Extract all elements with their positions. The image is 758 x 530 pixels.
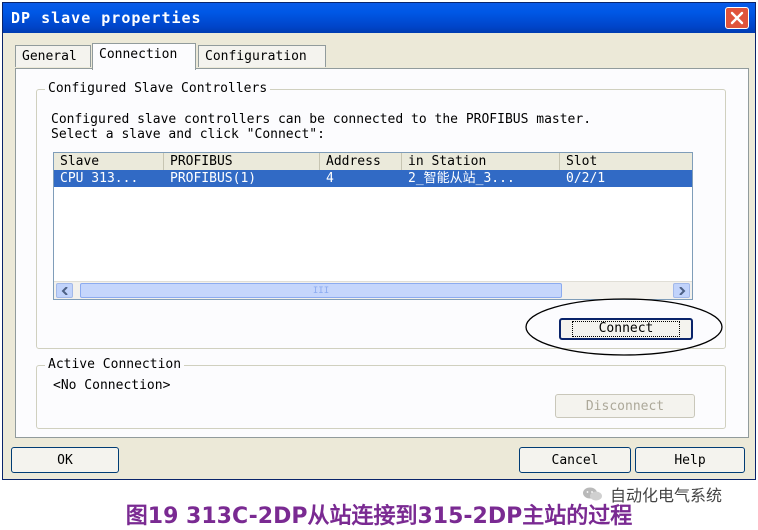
title-bar[interactable]: DP slave properties bbox=[3, 3, 755, 33]
ok-button[interactable]: OK bbox=[11, 447, 119, 473]
scroll-thumb[interactable]: III bbox=[80, 283, 562, 298]
cell-profibus: PROFIBUS(1) bbox=[170, 171, 257, 186]
instruction-text: Configured slave controllers can be conn… bbox=[51, 112, 591, 142]
cell-address: 4 bbox=[326, 171, 334, 186]
close-button[interactable] bbox=[725, 7, 749, 29]
figure-caption: 图19 313C-2DP从站连接到315-2DP主站的过程 bbox=[125, 504, 633, 529]
connection-tab-panel: Configured Slave Controllers Configured … bbox=[15, 68, 749, 438]
tab-connection[interactable]: Connection bbox=[92, 43, 196, 70]
active-connection-legend: Active Connection bbox=[45, 357, 185, 372]
annotation-ellipse bbox=[525, 298, 723, 356]
column-header-in-station[interactable]: in Station bbox=[402, 153, 560, 170]
scroll-left-button[interactable] bbox=[56, 283, 73, 298]
tab-configuration[interactable]: Configuration bbox=[198, 45, 326, 67]
cell-slot: 0/2/1 bbox=[566, 171, 606, 186]
column-header-slave[interactable]: Slave bbox=[54, 153, 164, 170]
scroll-grip-label: III bbox=[312, 285, 330, 296]
cell-in-station: 2_智能从站_3... bbox=[408, 171, 515, 186]
table-row[interactable]: CPU 313... PROFIBUS(1) 4 2_智能从站_3... 0/2… bbox=[54, 170, 692, 187]
instruction-line-2: Select a slave and click "Connect": bbox=[51, 127, 325, 142]
configured-group-legend: Configured Slave Controllers bbox=[45, 81, 271, 96]
disconnect-button[interactable]: Disconnect bbox=[555, 394, 695, 418]
close-icon bbox=[730, 11, 744, 25]
cell-slave: CPU 313... bbox=[60, 171, 139, 186]
window-title: DP slave properties bbox=[11, 9, 202, 27]
column-header-slot[interactable]: Slot bbox=[560, 153, 692, 170]
slave-list[interactable]: Slave PROFIBUS Address in Station Slot C… bbox=[53, 152, 693, 300]
scroll-left-icon bbox=[61, 286, 68, 295]
scroll-right-icon bbox=[678, 286, 685, 295]
column-header-profibus[interactable]: PROFIBUS bbox=[164, 153, 320, 170]
tab-general[interactable]: General bbox=[15, 45, 91, 67]
list-header: Slave PROFIBUS Address in Station Slot bbox=[54, 153, 692, 171]
instruction-line-1: Configured slave controllers can be conn… bbox=[51, 112, 592, 127]
cancel-button[interactable]: Cancel bbox=[519, 447, 631, 473]
column-header-address[interactable]: Address bbox=[320, 153, 402, 170]
help-button[interactable]: Help bbox=[635, 447, 745, 473]
dialog-window: DP slave properties General Connection C… bbox=[2, 2, 756, 480]
connection-status: <No Connection> bbox=[53, 378, 171, 393]
